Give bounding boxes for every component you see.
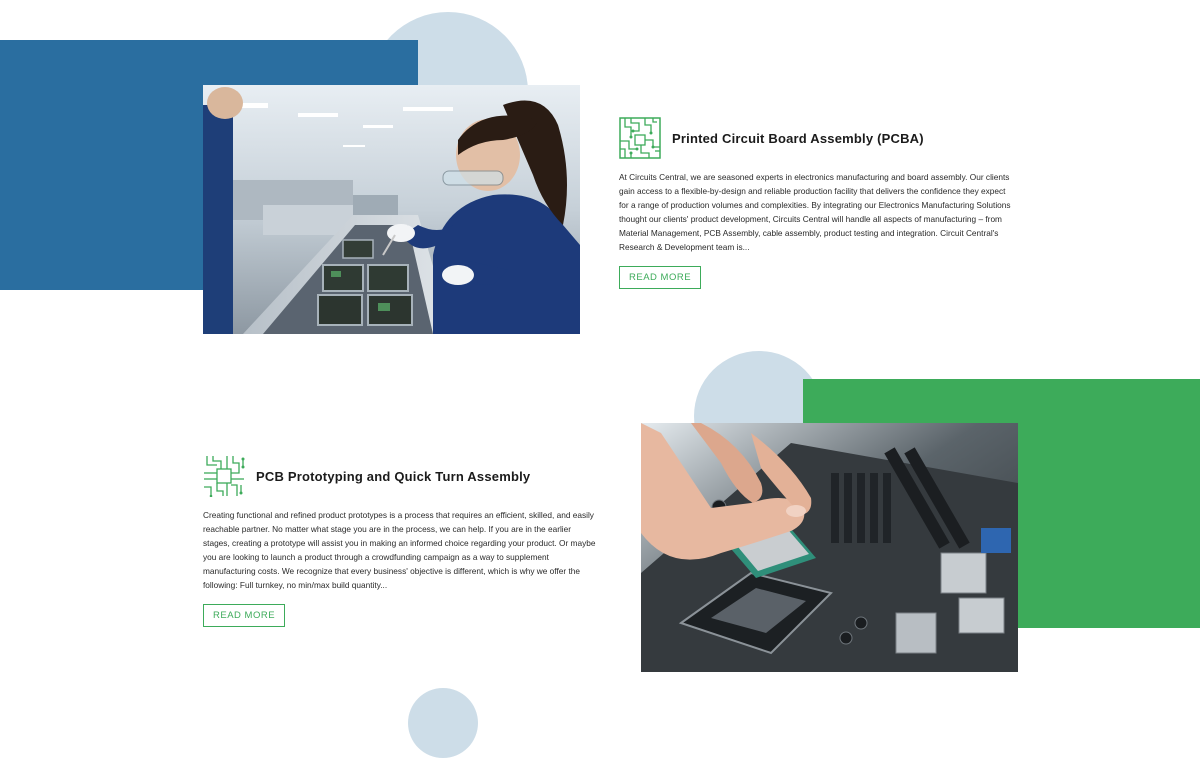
pcba-factory-photo (203, 85, 580, 334)
section-description: Creating functional and refined product … (203, 510, 596, 590)
section-header: Printed Circuit Board Assembly (PCBA) (619, 117, 1014, 159)
pcba-section: Printed Circuit Board Assembly (PCBA) At… (619, 117, 1014, 289)
decorative-circle (408, 688, 478, 758)
section-description: At Circuits Central, we are seasoned exp… (619, 172, 1011, 252)
section-title: PCB Prototyping and Quick Turn Assembly (256, 468, 531, 484)
circuit-chip-icon (203, 455, 245, 498)
pcb-prototyping-section: PCB Prototyping and Quick Turn Assembly … (203, 455, 598, 627)
read-more-button[interactable]: READ MORE (619, 266, 702, 289)
read-more-button[interactable]: READ MORE (203, 604, 286, 627)
cpu-motherboard-photo (641, 423, 1018, 672)
section-title: Printed Circuit Board Assembly (PCBA) (672, 130, 924, 146)
circuit-board-icon (619, 117, 661, 159)
section-header: PCB Prototyping and Quick Turn Assembly (203, 455, 598, 498)
